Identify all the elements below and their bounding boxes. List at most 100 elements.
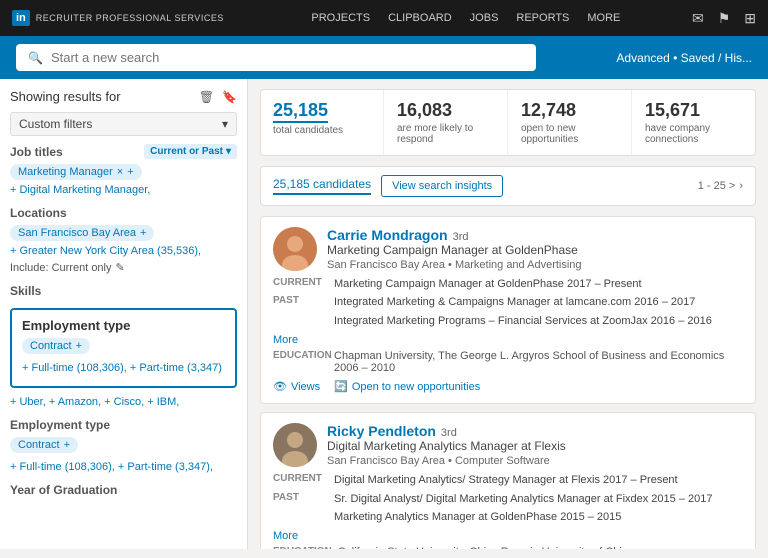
view-search-insights-button[interactable]: View search insights: [381, 175, 503, 197]
results-bar: 25,185 candidates View search insights 1…: [260, 166, 756, 206]
candidate-name-ricky[interactable]: Ricky Pendleton: [327, 423, 436, 439]
actions-carrie: 👁 Views 🔄 Open to new opportunities: [273, 380, 743, 393]
grid-icon[interactable]: ⊞: [744, 10, 756, 27]
avatar-ricky: [273, 423, 317, 467]
stat-label-total: total candidates: [273, 125, 371, 136]
add-location-icon[interactable]: +: [140, 227, 146, 239]
search-input[interactable]: [51, 50, 524, 65]
past-exp-carrie-1: Past Integrated Marketing & Campaigns Ma…: [273, 295, 743, 310]
nav-clipboard[interactable]: CLIPBOARD: [388, 12, 452, 24]
views-icon: 👁: [273, 380, 287, 393]
stat-number-respond: 16,083: [397, 100, 495, 121]
candidate-header-ricky: Ricky Pendleton 3rd Digital Marketing An…: [273, 423, 743, 467]
companies-more[interactable]: + Uber, + Amazon, + Cisco, + IBM,: [10, 396, 237, 408]
trash-icon[interactable]: 🗑: [199, 90, 214, 104]
contract-tag-2[interactable]: Contract +: [10, 437, 78, 453]
custom-filters-label: Custom filters: [19, 117, 92, 131]
stat-label-respond: are more likely to respond: [397, 123, 495, 145]
more-link-carrie[interactable]: More: [273, 334, 298, 346]
candidate-info-ricky: Ricky Pendleton 3rd Digital Marketing An…: [327, 423, 566, 467]
stat-number-open: 12,748: [521, 100, 619, 121]
locations-section: Locations San Francisco Bay Area + + Gre…: [10, 206, 237, 274]
skills-label: Skills: [10, 284, 237, 298]
employment-type-2-section: Employment type Contract + + Full-time (…: [10, 418, 237, 473]
stat-number-total: 25,185: [273, 100, 328, 123]
search-input-wrap[interactable]: 🔍: [16, 44, 536, 71]
linkedin-icon: in: [12, 10, 30, 26]
skills-section: Skills: [10, 284, 237, 298]
results-bar-left: 25,185 candidates View search insights: [273, 175, 503, 197]
stat-number-connections: 15,671: [645, 100, 743, 121]
candidate-title-carrie: Marketing Campaign Manager at GoldenPhas…: [327, 243, 582, 257]
employment-type-highlight-box: Employment type Contract + + Full-time (…: [10, 308, 237, 388]
bookmark-icon[interactable]: 🔖: [222, 90, 237, 104]
employment-type-highlight-label: Employment type: [22, 318, 225, 333]
nav-links: PROJECTS CLIPBOARD JOBS REPORTS MORE: [240, 12, 692, 24]
search-bar: 🔍 Advanced • Saved / His...: [0, 36, 768, 79]
contract-tag-highlight[interactable]: Contract +: [22, 338, 90, 354]
current-exp-carrie: Current Marketing Campaign Manager at Go…: [273, 277, 743, 292]
pagination: 1 - 25 > ›: [698, 180, 743, 192]
job-title-more[interactable]: + Digital Marketing Manager,: [10, 184, 237, 196]
pagination-next-icon[interactable]: ›: [739, 180, 743, 192]
employment-more-2[interactable]: + Full-time (108,306), + Part-time (3,34…: [10, 461, 237, 473]
edit-include-icon[interactable]: ✎: [116, 261, 125, 274]
opportunities-icon: 🔄: [334, 380, 348, 393]
stat-label-connections: have company connections: [645, 123, 743, 145]
job-titles-filter-tag[interactable]: Current or Past ▾: [144, 144, 237, 159]
candidate-title-ricky: Digital Marketing Analytics Manager at F…: [327, 439, 566, 453]
locations-label: Locations: [10, 206, 237, 220]
views-link-carrie[interactable]: 👁 Views: [273, 380, 320, 393]
pagination-text: 1 - 25 >: [698, 180, 736, 192]
search-icon: 🔍: [28, 51, 43, 65]
flag-icon[interactable]: ⚑: [718, 10, 731, 27]
custom-filters-dropdown[interactable]: Custom filters ▾: [10, 112, 237, 136]
marketing-manager-tag[interactable]: Marketing Manager × +: [10, 164, 142, 180]
avatar-carrie: [273, 227, 317, 271]
job-titles-section: Job titles Current or Past ▾ Marketing M…: [10, 144, 237, 196]
companies-section: + Uber, + Amazon, + Cisco, + IBM,: [10, 396, 237, 408]
nav-projects[interactable]: PROJECTS: [311, 12, 370, 24]
stat-likely-respond: 16,083 are more likely to respond: [385, 90, 508, 155]
add-contract-icon[interactable]: +: [76, 340, 82, 352]
candidate-header-carrie: Carrie Mondragon 3rd Marketing Campaign …: [273, 227, 743, 271]
main-layout: Showing results for 🗑 🔖 Custom filters ▾…: [0, 79, 768, 549]
nav-jobs[interactable]: JOBS: [470, 12, 499, 24]
service-name: RECRUITER PROFESSIONAL SERVICES: [36, 13, 224, 23]
job-titles-label: Job titles Current or Past ▾: [10, 144, 237, 159]
dropdown-chevron-icon: ▾: [222, 117, 228, 131]
candidate-name-carrie[interactable]: Carrie Mondragon: [327, 227, 448, 243]
location-more[interactable]: + Greater New York City Area (35,536),: [10, 245, 237, 257]
stats-row: 25,185 total candidates 16,083 are more …: [260, 89, 756, 156]
stat-total-candidates: 25,185 total candidates: [261, 90, 384, 155]
advanced-search-link[interactable]: Advanced • Saved / His...: [616, 51, 752, 65]
nav-icons: ✉ ⚑ ⊞: [692, 10, 756, 27]
stat-open-opportunities: 12,748 open to new opportunities: [509, 90, 632, 155]
nav-reports[interactable]: REPORTS: [516, 12, 569, 24]
main-content: 25,185 total candidates 16,083 are more …: [248, 79, 768, 549]
education-ricky: Education California State University, C…: [273, 546, 743, 549]
showing-results-label: Showing results for: [10, 89, 121, 104]
stat-label-open: open to new opportunities: [521, 123, 619, 145]
include-current-only: Include: Current only ✎: [10, 261, 237, 274]
add-contract-2-icon[interactable]: +: [64, 439, 70, 451]
education-carrie: Education Chapman University, The George…: [273, 350, 743, 374]
sidebar: Showing results for 🗑 🔖 Custom filters ▾…: [0, 79, 248, 549]
candidate-location-carrie: San Francisco Bay Area • Marketing and A…: [327, 259, 582, 271]
sidebar-header: Showing results for 🗑 🔖: [10, 89, 237, 104]
more-link-ricky-exp[interactable]: More: [273, 530, 298, 542]
linkedin-logo[interactable]: in RECRUITER PROFESSIONAL SERVICES: [12, 10, 224, 26]
nav-more[interactable]: MORE: [587, 12, 620, 24]
add-tag-icon[interactable]: +: [127, 166, 133, 178]
candidate-location-ricky: San Francisco Bay Area • Computer Softwa…: [327, 455, 566, 467]
current-exp-ricky: Current Digital Marketing Analytics/ Str…: [273, 473, 743, 488]
past-exp-carrie-2: Integrated Marketing Programs – Financia…: [273, 314, 743, 329]
open-opportunities-link-carrie[interactable]: 🔄 Open to new opportunities: [334, 380, 480, 393]
messages-icon[interactable]: ✉: [692, 10, 704, 27]
employment-type-2-label: Employment type: [10, 418, 237, 432]
past-exp-ricky-1: Past Sr. Digital Analyst/ Digital Market…: [273, 492, 743, 507]
employment-more-highlight[interactable]: + Full-time (108,306), + Part-time (3,34…: [22, 362, 225, 374]
year-graduation-section: Year of Graduation: [10, 483, 237, 497]
remove-tag-icon[interactable]: ×: [117, 166, 123, 178]
sf-bay-area-tag[interactable]: San Francisco Bay Area +: [10, 225, 154, 241]
